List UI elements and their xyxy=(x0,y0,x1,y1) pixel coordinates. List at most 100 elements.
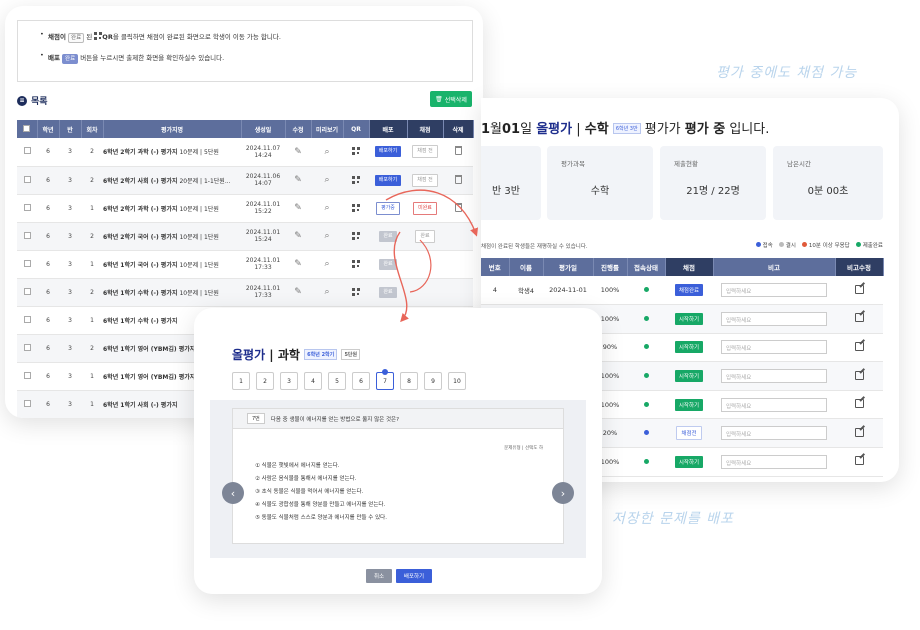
delete-selected-button[interactable]: 🗑 선택삭제 xyxy=(430,91,472,107)
memo-input[interactable]: 입력하세요 xyxy=(721,397,827,412)
edit-icon[interactable]: ✎ xyxy=(294,231,302,241)
cell-title[interactable]: 6학년 1학기 수학 (-) 평가지 10문제 | 1단원 xyxy=(103,278,241,307)
row-checkbox[interactable] xyxy=(23,231,31,239)
question-number-button[interactable]: 5 xyxy=(328,372,346,390)
distribute-button[interactable]: 완료 xyxy=(379,286,397,298)
cell-grade: 6 xyxy=(37,306,59,335)
cell-title[interactable]: 6학년 1학기 국어 (-) 평가지 10문제 | 1단원 xyxy=(103,250,241,279)
edit-icon[interactable] xyxy=(854,456,864,466)
edit-icon[interactable]: ✎ xyxy=(294,175,302,185)
row-select-cell xyxy=(17,334,37,363)
grading-status-button[interactable]: 미완료 xyxy=(413,201,437,215)
cell-no: 4 xyxy=(481,276,509,306)
edit-icon[interactable] xyxy=(854,399,864,409)
memo-input[interactable]: 입력하세요 xyxy=(721,311,827,326)
qr-icon[interactable] xyxy=(352,287,360,296)
question-number-button[interactable]: 7 xyxy=(376,369,394,390)
memo-input[interactable]: 입력하세요 xyxy=(721,426,827,441)
answer-option[interactable]: ④ 식물도 광합성을 통해 양분을 만들고 에너지를 얻는다. xyxy=(255,500,387,508)
grade-action-button[interactable]: 시작하기 xyxy=(674,341,704,354)
qr-icon[interactable] xyxy=(352,231,360,240)
answer-option[interactable]: ③ 초식 동물은 식물을 먹어서 에너지를 얻는다. xyxy=(255,487,387,495)
grade-action-button[interactable]: 채점완료 xyxy=(674,284,704,297)
question-number-button[interactable]: 10 xyxy=(448,372,466,390)
search-icon[interactable]: ⌕ xyxy=(324,259,329,269)
grade-action-button[interactable]: 시작하기 xyxy=(674,398,704,411)
grading-status-button[interactable]: 채점 전 xyxy=(412,145,438,159)
question-number-button[interactable]: 6 xyxy=(352,372,370,390)
edit-icon[interactable] xyxy=(854,313,864,323)
cell-title[interactable]: 6학년 2학기 국어 (-) 평가지 10문제 | 1단원 xyxy=(103,222,241,251)
next-arrow-icon[interactable]: › xyxy=(552,482,574,504)
row-checkbox[interactable] xyxy=(23,147,31,155)
edit-icon[interactable]: ✎ xyxy=(294,259,302,269)
trash-icon[interactable] xyxy=(454,146,462,156)
search-icon[interactable]: ⌕ xyxy=(324,287,329,297)
edit-icon[interactable] xyxy=(854,370,864,380)
row-checkbox[interactable] xyxy=(23,259,31,267)
question-number-button[interactable]: 4 xyxy=(304,372,322,390)
grade-action-button[interactable]: 시작하기 xyxy=(674,455,704,468)
row-checkbox[interactable] xyxy=(23,203,31,211)
distribute-button[interactable]: 평가중 xyxy=(376,201,400,215)
answer-option[interactable]: ① 식물은 햇빛에서 에너지를 얻는다. xyxy=(255,461,387,469)
row-checkbox[interactable] xyxy=(23,287,31,295)
cell-date: 2024.11.01 15:24 xyxy=(241,222,285,251)
row-checkbox[interactable] xyxy=(23,175,31,183)
question-number-button[interactable]: 3 xyxy=(280,372,298,390)
question-number-button[interactable]: 8 xyxy=(400,372,418,390)
qr-icon[interactable] xyxy=(352,259,360,268)
select-all-checkbox[interactable] xyxy=(23,124,31,132)
search-icon[interactable]: ⌕ xyxy=(324,147,329,157)
cell-class: 3 xyxy=(59,278,81,307)
edit-icon[interactable] xyxy=(854,341,864,351)
qr-icon[interactable] xyxy=(352,203,360,212)
cell-title[interactable]: 6학년 2학기 과학 (-) 평가지 10문제 | 1단원 xyxy=(103,194,241,223)
search-icon[interactable]: ⌕ xyxy=(324,175,329,185)
cell-connection xyxy=(627,447,665,477)
memo-input[interactable]: 입력하세요 xyxy=(721,454,827,469)
grade-action-button[interactable]: 시작하기 xyxy=(674,312,704,325)
edit-icon[interactable] xyxy=(854,284,864,294)
distribute-button[interactable]: 완료 xyxy=(379,230,397,242)
row-checkbox[interactable] xyxy=(23,399,31,407)
distribute-button[interactable]: 배포하기 xyxy=(374,174,402,186)
prev-arrow-icon[interactable]: ‹ xyxy=(222,482,244,504)
qr-icon[interactable] xyxy=(352,147,360,156)
edit-icon[interactable]: ✎ xyxy=(294,287,302,297)
search-icon[interactable]: ⌕ xyxy=(324,231,329,241)
stat-label: 평가과목 xyxy=(561,160,585,168)
cancel-button[interactable]: 취소 xyxy=(366,569,392,583)
row-checkbox[interactable] xyxy=(23,371,31,379)
question-number-button[interactable]: 2 xyxy=(256,372,274,390)
edit-icon[interactable]: ✎ xyxy=(294,147,302,157)
question-number-button[interactable]: 1 xyxy=(232,372,250,390)
edit-icon[interactable] xyxy=(854,427,864,437)
answer-option[interactable]: ② 사람은 음식물을 통해서 에너지를 얻는다. xyxy=(255,474,387,482)
row-checkbox[interactable] xyxy=(23,343,31,351)
trash-icon[interactable] xyxy=(454,174,462,184)
qr-icon[interactable] xyxy=(352,175,360,184)
distribute-button[interactable]: 배포하기 xyxy=(374,146,402,158)
memo-input[interactable]: 입력하세요 xyxy=(721,283,827,298)
cell-title[interactable]: 6학년 2학기 사회 (-) 평가지 20문제 | 1-1단원... xyxy=(103,166,241,195)
search-icon[interactable]: ⌕ xyxy=(324,203,329,213)
memo-input[interactable]: 입력하세요 xyxy=(721,369,827,384)
row-select-cell xyxy=(17,306,37,335)
grading-status-button[interactable]: 채점 전 xyxy=(412,173,438,187)
trash-icon[interactable] xyxy=(454,202,462,212)
memo-input[interactable]: 입력하세요 xyxy=(721,340,827,355)
distribute-button[interactable]: 완료 xyxy=(379,258,397,270)
status-legend: 접속 결시 10분 이상 무응답 제출완료 xyxy=(755,241,883,249)
row-select-cell xyxy=(17,222,37,251)
answer-option[interactable]: ⑤ 동물도 식물처럼 스스로 양분과 에너지를 만들 수 있다. xyxy=(255,513,387,521)
distribute-button[interactable]: 배포하기 xyxy=(396,569,432,583)
cell-title[interactable]: 6학년 2학기 과학 (-) 평가지 10문제 | 5단원 xyxy=(103,138,241,167)
grading-status-button[interactable]: 완료 xyxy=(415,229,435,243)
question-number-button[interactable]: 9 xyxy=(424,372,442,390)
column-header: 평가지명 xyxy=(103,120,242,138)
row-checkbox[interactable] xyxy=(23,315,31,323)
grade-action-button[interactable]: 시작하기 xyxy=(674,370,704,383)
edit-icon[interactable]: ✎ xyxy=(294,203,302,213)
grade-action-button[interactable]: 채점전 xyxy=(676,426,702,441)
